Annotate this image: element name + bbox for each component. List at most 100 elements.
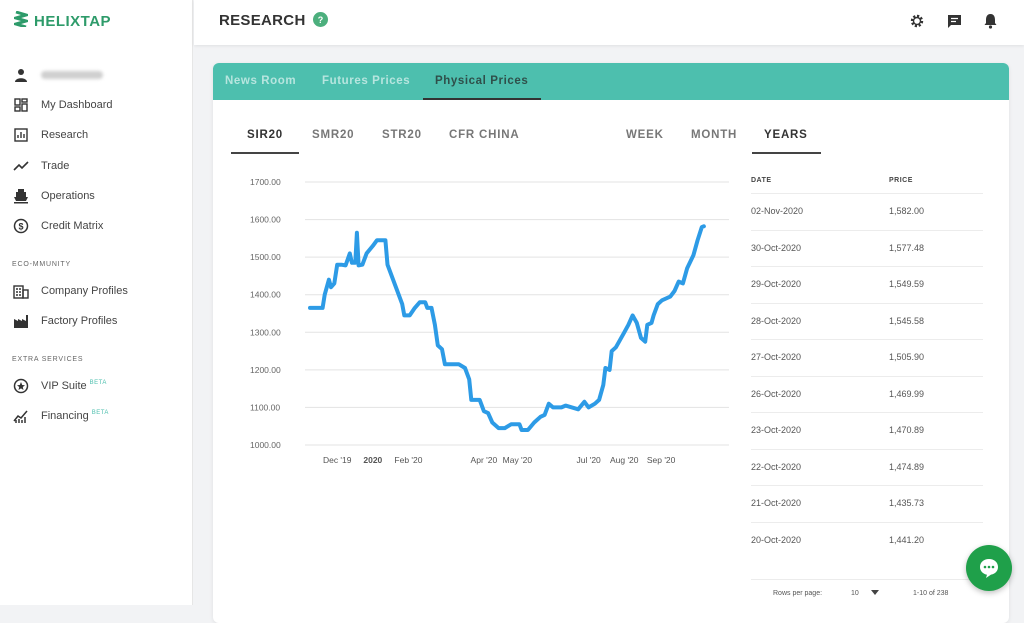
building-icon bbox=[12, 282, 30, 300]
product-tab-str20[interactable]: STR20 bbox=[382, 129, 422, 141]
trend-line-icon bbox=[12, 157, 30, 175]
table-row[interactable]: 27-Oct-2020 1,505.90 bbox=[751, 339, 983, 375]
product-tab-smr20[interactable]: SMR20 bbox=[312, 129, 354, 141]
column-header-price[interactable]: PRICE bbox=[889, 177, 913, 184]
cell-price: 1,549.59 bbox=[889, 279, 925, 289]
sidebar-item-factory-profiles[interactable]: Factory Profiles bbox=[12, 312, 117, 330]
bell-icon[interactable] bbox=[981, 12, 999, 30]
table-row[interactable]: 28-Oct-2020 1,545.58 bbox=[751, 302, 983, 339]
dollar-circle-icon: $ bbox=[12, 217, 30, 235]
cell-price: 1,582.00 bbox=[889, 206, 925, 216]
cell-price: 1,435.73 bbox=[889, 498, 925, 508]
x-tick-label: Aug '20 bbox=[610, 455, 639, 465]
sidebar-item-research[interactable]: Research bbox=[12, 126, 88, 144]
table-row[interactable]: 30-Oct-2020 1,577.48 bbox=[751, 229, 983, 266]
tab-bar: News Room Futures Prices Physical Prices bbox=[213, 63, 1009, 100]
x-tick-label: Jul '20 bbox=[576, 455, 601, 465]
rows-per-page-label: Rows per page: bbox=[773, 590, 823, 597]
tab-futures-prices[interactable]: Futures Prices bbox=[322, 75, 410, 87]
finance-chart-icon bbox=[12, 407, 30, 425]
y-tick-label: 1300.00 bbox=[250, 327, 281, 337]
sidebar-item-label: Financing BETA bbox=[41, 410, 109, 422]
pagination-range: 1-10 of 238 bbox=[913, 590, 949, 597]
cell-date: 30-Oct-2020 bbox=[751, 242, 802, 253]
table-row[interactable]: 22-Oct-2020 1,474.89 bbox=[751, 448, 983, 485]
table-row[interactable]: 23-Oct-2020 1,470.89 bbox=[751, 412, 983, 448]
cell-date: 29-Oct-2020 bbox=[751, 279, 802, 289]
tab-news-room[interactable]: News Room bbox=[225, 75, 296, 87]
table-row[interactable]: 29-Oct-2020 1,549.59 bbox=[751, 266, 983, 302]
sidebar-item-financing[interactable]: Financing BETA bbox=[12, 407, 109, 425]
beta-badge: BETA bbox=[91, 410, 109, 416]
range-tab-week[interactable]: WEEK bbox=[626, 129, 664, 141]
product-tab-cfr-china[interactable]: CFR CHINA bbox=[449, 129, 519, 141]
range-tab-indicator bbox=[752, 152, 821, 154]
y-tick-label: 1500.00 bbox=[250, 252, 281, 262]
user-name-redacted bbox=[41, 71, 103, 79]
product-tab-indicator bbox=[231, 152, 299, 154]
x-tick-label: Apr '20 bbox=[471, 455, 498, 465]
beta-badge: BETA bbox=[89, 380, 107, 386]
sidebar: HELIXTAP My Dashboard Research Trade Ope… bbox=[0, 0, 193, 605]
y-tick-label: 1700.00 bbox=[250, 177, 281, 187]
chart-box-icon bbox=[12, 126, 30, 144]
brand-logo[interactable]: HELIXTAP bbox=[10, 10, 111, 32]
table-row[interactable]: 26-Oct-2020 1,469.99 bbox=[751, 375, 983, 412]
y-tick-label: 1100.00 bbox=[250, 402, 280, 412]
cell-date: 27-Oct-2020 bbox=[751, 352, 802, 362]
y-tick-label: 1200.00 bbox=[250, 365, 281, 375]
sidebar-item-label: Credit Matrix bbox=[41, 220, 104, 232]
sidebar-item-credit-matrix[interactable]: $ Credit Matrix bbox=[12, 217, 103, 235]
chevron-down-icon[interactable] bbox=[871, 590, 879, 598]
cell-price: 1,474.89 bbox=[889, 461, 925, 472]
range-tab-years[interactable]: YEARS bbox=[764, 129, 808, 141]
product-tab-sir20[interactable]: SIR20 bbox=[247, 129, 283, 141]
chat-bubble-icon[interactable] bbox=[966, 545, 1012, 591]
x-axis-ticks: Dec '19 2020 Feb '20 Apr '20 May '20 Jul '20 A… bbox=[323, 455, 676, 465]
table-row[interactable]: 20-Oct-2020 1,441.20 bbox=[751, 521, 983, 558]
sidebar-item-label: Trade bbox=[41, 160, 70, 172]
cell-price: 1,505.90 bbox=[889, 352, 925, 362]
cell-date: 20-Oct-2020 bbox=[751, 534, 802, 545]
cell-price: 1,577.48 bbox=[889, 242, 925, 253]
section-label-community: ECO-MMUNITY bbox=[12, 261, 71, 268]
y-axis-ticks: 1700.00 1600.00 1500.00 1400.00 1300.00 1200.… bbox=[250, 177, 281, 450]
message-square-icon[interactable] bbox=[945, 12, 963, 30]
cell-price: 1,470.89 bbox=[889, 425, 925, 435]
table-row[interactable]: 02-Nov-2020 1,582.00 bbox=[751, 193, 983, 229]
x-tick-label: Sep '20 bbox=[647, 455, 676, 465]
rows-per-page-select[interactable]: 10 bbox=[851, 590, 859, 597]
sidebar-item-company-profiles[interactable]: Company Profiles bbox=[12, 282, 128, 300]
star-circle-icon bbox=[12, 377, 30, 395]
cell-date: 28-Oct-2020 bbox=[751, 315, 802, 326]
page-title: RESEARCH bbox=[219, 12, 306, 29]
x-tick-label: 2020 bbox=[363, 455, 382, 465]
sidebar-item-label: My Dashboard bbox=[41, 99, 113, 111]
factory-icon bbox=[12, 312, 30, 330]
tab-physical-prices[interactable]: Physical Prices bbox=[435, 75, 528, 87]
physical-prices-card: News Room Futures Prices Physical Prices… bbox=[213, 63, 1009, 623]
user-icon bbox=[12, 66, 30, 84]
y-tick-label: 1600.00 bbox=[250, 215, 281, 225]
chart-gridlines bbox=[305, 181, 729, 446]
help-icon[interactable]: ? bbox=[313, 12, 328, 27]
active-tab-indicator bbox=[423, 98, 541, 100]
price-line-chart: 1700.00 1600.00 1500.00 1400.00 1300.00 1200.… bbox=[250, 177, 729, 465]
cell-price: 1,469.99 bbox=[889, 388, 925, 399]
user-profile[interactable] bbox=[12, 66, 103, 84]
x-tick-label: May '20 bbox=[503, 455, 533, 465]
gear-icon[interactable] bbox=[908, 12, 926, 30]
sidebar-item-label: Operations bbox=[41, 190, 95, 202]
sidebar-item-label: Research bbox=[41, 129, 89, 141]
range-tab-month[interactable]: MONTH bbox=[691, 129, 737, 141]
column-header-date[interactable]: DATE bbox=[751, 177, 772, 184]
sidebar-item-trade[interactable]: Trade bbox=[12, 157, 69, 175]
sidebar-item-operations[interactable]: Operations bbox=[12, 187, 95, 205]
x-tick-label: Dec '19 bbox=[323, 455, 352, 465]
table-row[interactable]: 21-Oct-2020 1,435.73 bbox=[751, 485, 983, 521]
sidebar-item-dashboard[interactable]: My Dashboard bbox=[12, 96, 113, 114]
cell-price: 1,545.58 bbox=[889, 315, 925, 326]
sidebar-item-vip-suite[interactable]: VIP Suite BETA bbox=[12, 377, 107, 395]
cell-date: 21-Oct-2020 bbox=[751, 498, 802, 508]
top-bar: RESEARCH ? bbox=[194, 0, 1024, 45]
